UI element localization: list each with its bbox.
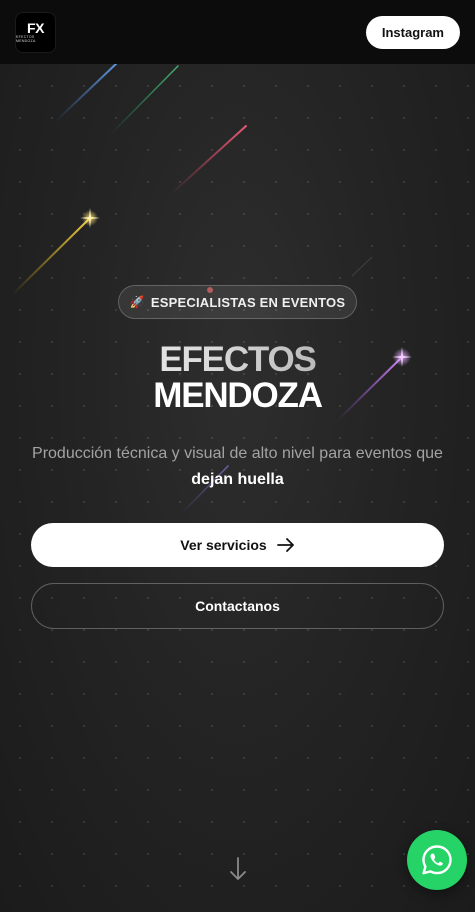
- brand-logo[interactable]: FX EFECTOS MENDOZA: [15, 11, 56, 53]
- hero-title-line2: MENDOZA: [153, 376, 323, 415]
- view-services-label: Ver servicios: [180, 537, 267, 553]
- view-services-button[interactable]: Ver servicios: [31, 523, 444, 567]
- arrow-down-icon: [230, 857, 246, 880]
- whatsapp-button[interactable]: [407, 830, 467, 890]
- whatsapp-icon: [422, 845, 452, 875]
- contact-label: Contactanos: [195, 598, 280, 614]
- badge-label: ESPECIALISTAS EN EVENTOS: [150, 294, 346, 310]
- scroll-down-indicator[interactable]: [226, 855, 250, 883]
- logo-mark: FX: [27, 19, 44, 36]
- logo-subtext: EFECTOS MENDOZA: [16, 34, 36, 43]
- contact-button[interactable]: Contactanos: [31, 583, 444, 629]
- top-header: FX EFECTOS MENDOZA Instagram: [0, 0, 475, 64]
- hero-subtitle: Producción técnica y visual de alto nive…: [30, 441, 445, 493]
- instagram-button[interactable]: Instagram: [365, 15, 460, 49]
- rocket-icon: 🚀: [129, 295, 145, 309]
- hero-subtitle-text: Producción técnica y visual de alto nive…: [32, 445, 443, 462]
- arrow-right-icon: [276, 538, 294, 552]
- page: FX EFECTOS MENDOZA Instagram 🚀 ESPECIALI…: [0, 0, 475, 912]
- hero-title-line1: EFECTOS: [0, 342, 475, 378]
- hero-title: EFECTOS MENDOZA: [0, 342, 475, 414]
- specialists-badge: 🚀 ESPECIALISTAS EN EVENTOS: [118, 285, 357, 319]
- hero-subtitle-highlight: dejan huella: [191, 471, 284, 488]
